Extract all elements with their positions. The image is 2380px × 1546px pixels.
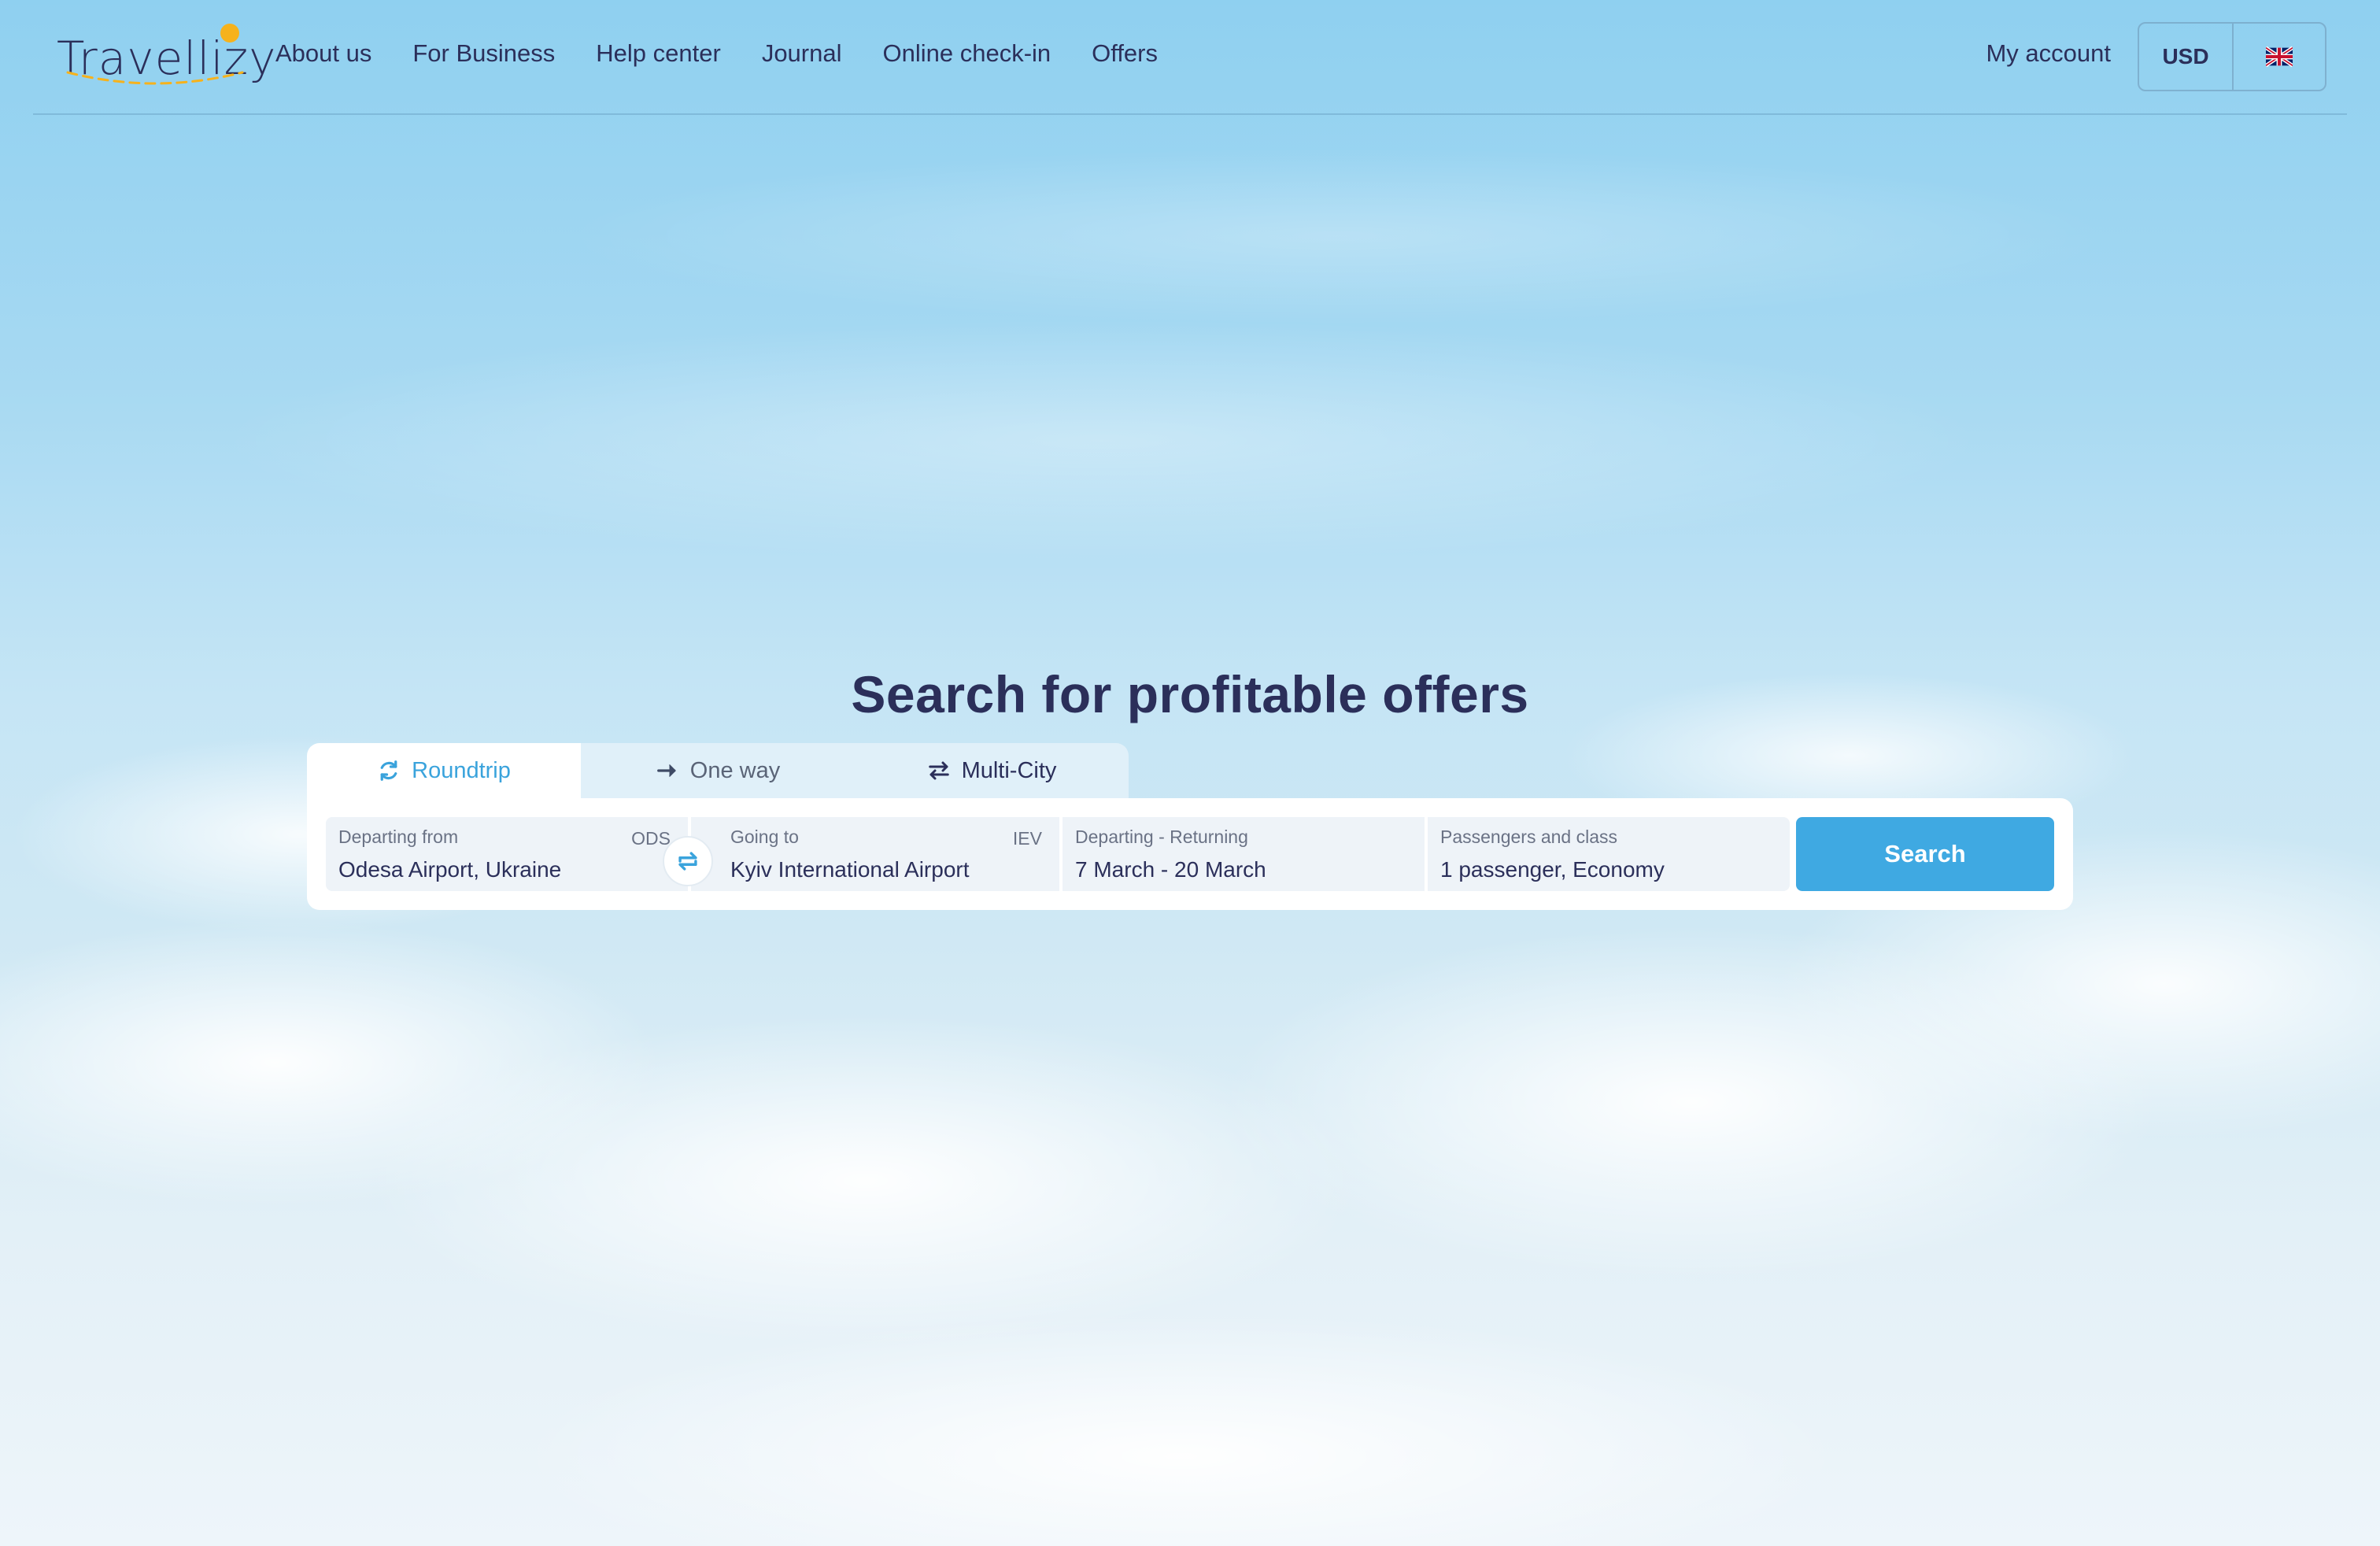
departing-from-code: ODS [631,828,671,849]
tab-multi-city-label: Multi-City [961,757,1057,783]
tab-roundtrip[interactable]: Roundtrip [307,743,581,798]
dates-field[interactable]: Departing - Returning 7 March - 20 March [1062,817,1425,891]
swap-airports-button[interactable] [663,836,713,886]
logo-smile-icon [66,71,244,85]
going-to-code: IEV [1012,828,1042,849]
dates-label: Departing - Returning [1075,827,1248,847]
uk-flag-icon [2266,46,2293,68]
dates-value: 7 March - 20 March [1075,857,1266,882]
search-form: Departing from Odesa Airport, Ukraine OD… [307,798,2073,910]
language-selector[interactable] [2234,24,2325,90]
nav-offers[interactable]: Offers [1092,39,1158,68]
roundtrip-icon [380,760,397,781]
going-to-field[interactable]: Going to Kyiv International Airport IEV [691,817,1059,891]
passengers-label: Passengers and class [1440,827,1618,847]
going-to-value: Kyiv International Airport [730,857,970,882]
trip-type-tabs: Roundtrip One way Multi-City [307,743,1129,798]
going-to-label: Going to [730,827,799,847]
logo-sun-icon [220,24,239,43]
passengers-field[interactable]: Passengers and class 1 passenger, Econom… [1428,817,1790,891]
tab-one-way-label: One way [689,757,781,783]
departing-from-label: Departing from [338,827,459,847]
page-title: Search for profitable offers [851,665,1529,724]
main-nav: About us For Business Help center Journa… [275,39,1199,68]
multi-city-icon [928,761,949,780]
my-account-link[interactable]: My account [1986,39,2111,68]
passengers-value: 1 passenger, Economy [1440,857,1665,882]
swap-icon [678,852,697,871]
nav-help-center[interactable]: Help center [596,39,721,68]
currency-selector[interactable]: USD [2139,24,2234,90]
search-button[interactable]: Search [1796,817,2054,891]
nav-journal[interactable]: Journal [762,39,842,68]
tab-roundtrip-label: Roundtrip [412,757,511,783]
departing-from-field[interactable]: Departing from Odesa Airport, Ukraine OD… [326,817,688,891]
nav-for-business[interactable]: For Business [412,39,555,68]
site-header: Travellizy About us For Business Help ce… [33,0,2347,115]
tab-multi-city[interactable]: Multi-City [855,743,1129,798]
logo[interactable]: Travellizy [57,20,275,91]
arrow-right-icon [656,764,676,777]
currency-language-switcher: USD [2138,22,2326,91]
departing-from-value: Odesa Airport, Ukraine [338,857,562,882]
nav-about-us[interactable]: About us [275,39,371,68]
tab-one-way[interactable]: One way [581,743,855,798]
nav-online-check-in[interactable]: Online check-in [883,39,1051,68]
